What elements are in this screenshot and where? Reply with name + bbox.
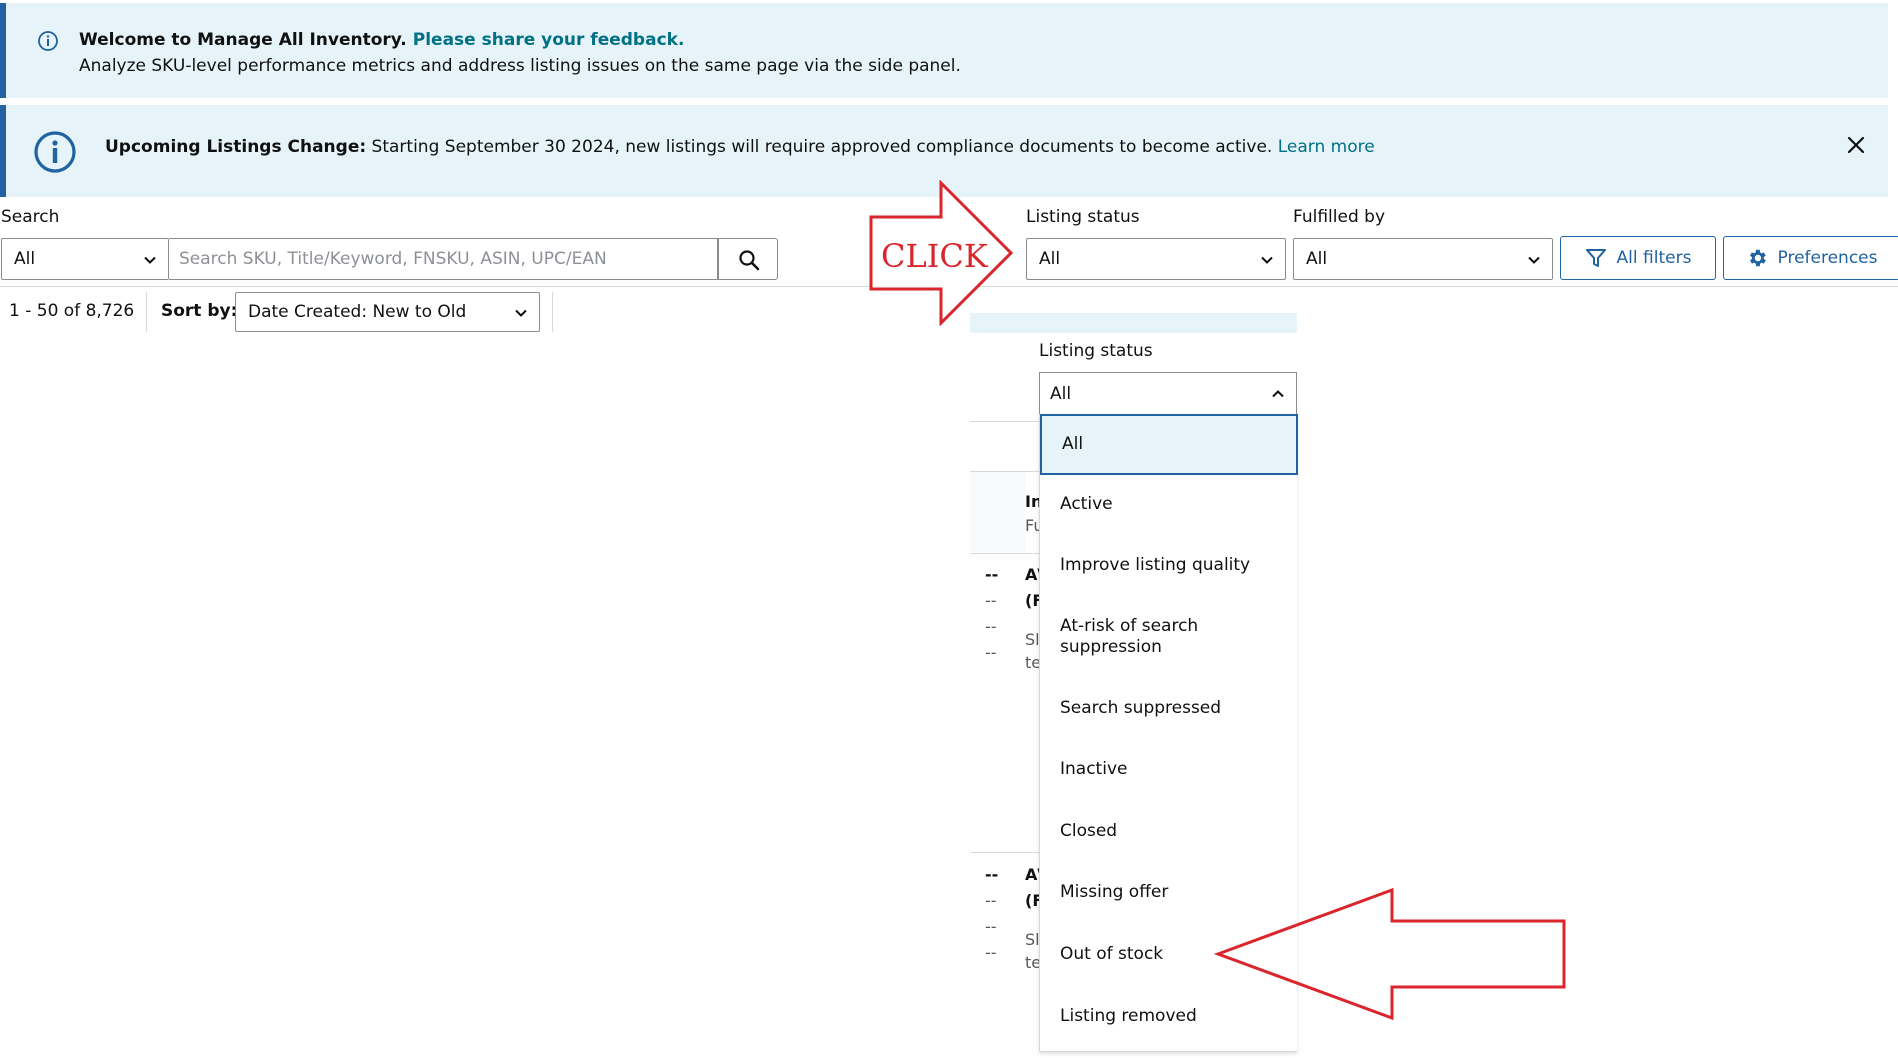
- search-scope-select[interactable]: All: [1, 238, 169, 280]
- fulfilled-by-select[interactable]: All: [1293, 238, 1553, 280]
- dropdown-value: All: [1050, 383, 1072, 404]
- option-missing-offer[interactable]: Missing offer: [1040, 882, 1298, 903]
- feedback-link[interactable]: Please share your feedback.: [413, 30, 685, 50]
- sort-by-label: Sort by:: [161, 301, 238, 321]
- search-input[interactable]: Search SKU, Title/Keyword, FNSKU, ASIN, …: [169, 238, 718, 280]
- fulfilled-by-label: Fulfilled by: [1293, 207, 1386, 227]
- divider: [552, 292, 553, 332]
- filter-icon: [1585, 249, 1606, 267]
- results-count: 1 - 50 of 8,726: [9, 301, 135, 321]
- option-active[interactable]: Active: [1040, 494, 1298, 515]
- option-improve-listing-quality[interactable]: Improve listing quality: [1040, 555, 1298, 576]
- option-inactive[interactable]: Inactive: [1040, 759, 1298, 780]
- divider: [146, 292, 147, 332]
- table-cell: --: [985, 591, 997, 610]
- option-listing-removed[interactable]: Listing removed: [1040, 1006, 1298, 1027]
- table-cell: --: [985, 865, 999, 884]
- option-all[interactable]: All: [1040, 414, 1298, 475]
- search-scope-value: All: [14, 249, 36, 269]
- listings-change-banner: Upcoming Listings Change: Starting Septe…: [0, 105, 1888, 197]
- listing-status-value: All: [1039, 249, 1061, 269]
- dropdown-label: Listing status: [1039, 341, 1153, 361]
- all-filters-label: All filters: [1616, 248, 1692, 268]
- listing-status-select[interactable]: All: [1026, 238, 1286, 280]
- close-icon[interactable]: [1842, 131, 1870, 159]
- sort-value: Date Created: New to Old: [248, 302, 467, 322]
- table-cell: Sl: [1025, 630, 1040, 649]
- welcome-title: Welcome to Manage All Inventory. Please s…: [79, 30, 684, 50]
- table-divider: [970, 421, 1040, 422]
- fulfilled-by-value: All: [1306, 249, 1328, 269]
- chevron-down-icon: [515, 309, 527, 317]
- chevron-up-icon: [1272, 390, 1284, 398]
- preferences-button[interactable]: Preferences: [1723, 236, 1898, 280]
- table-cell: Sl: [1025, 930, 1040, 949]
- click-annotation-text: CLICK: [881, 237, 988, 275]
- search-button[interactable]: [718, 238, 778, 280]
- listings-change-text: Starting September 30 2024, new listings…: [366, 137, 1278, 157]
- info-icon: [38, 31, 58, 51]
- listing-status-options: All Active Improve listing quality At-ri…: [1039, 414, 1298, 1052]
- welcome-banner: Welcome to Manage All Inventory. Please s…: [0, 3, 1888, 98]
- table-cell: --: [985, 565, 999, 584]
- table-cell: --: [985, 617, 997, 636]
- welcome-title-text: Welcome to Manage All Inventory.: [79, 30, 407, 50]
- table-cell: --: [985, 891, 997, 910]
- click-arrow-annotation: [869, 180, 1014, 326]
- sort-select[interactable]: Date Created: New to Old: [235, 292, 540, 332]
- search-icon: [739, 250, 760, 271]
- welcome-body: Analyze SKU-level performance metrics an…: [79, 56, 961, 76]
- table-header-cell: [970, 472, 1025, 552]
- option-closed[interactable]: Closed: [1040, 821, 1298, 842]
- preferences-label: Preferences: [1777, 248, 1878, 268]
- info-icon: [34, 131, 76, 173]
- chevron-down-icon: [1261, 256, 1273, 264]
- option-search-suppressed[interactable]: Search suppressed: [1040, 698, 1298, 719]
- table-cell: --: [985, 917, 997, 936]
- listings-change-message: Upcoming Listings Change: Starting Septe…: [105, 137, 1375, 157]
- panel-header-strip: [970, 313, 1297, 333]
- table-divider: [970, 553, 1040, 554]
- listing-status-dropdown[interactable]: All: [1039, 372, 1297, 414]
- chevron-down-icon: [1528, 256, 1540, 264]
- all-filters-button[interactable]: All filters: [1560, 236, 1716, 280]
- chevron-down-icon: [144, 256, 156, 264]
- gear-icon: [1749, 249, 1766, 267]
- table-divider: [970, 852, 1040, 853]
- toolbar-divider: [0, 286, 1898, 287]
- listings-change-heading: Upcoming Listings Change:: [105, 137, 367, 157]
- learn-more-link[interactable]: Learn more: [1278, 137, 1375, 157]
- option-at-risk-of-search-suppression[interactable]: At-risk of search suppression: [1040, 616, 1240, 658]
- table-cell: --: [985, 643, 997, 662]
- option-out-of-stock[interactable]: Out of stock: [1040, 944, 1298, 965]
- listing-status-label: Listing status: [1026, 207, 1140, 227]
- table-cell: --: [985, 943, 997, 962]
- search-label: Search: [1, 207, 60, 227]
